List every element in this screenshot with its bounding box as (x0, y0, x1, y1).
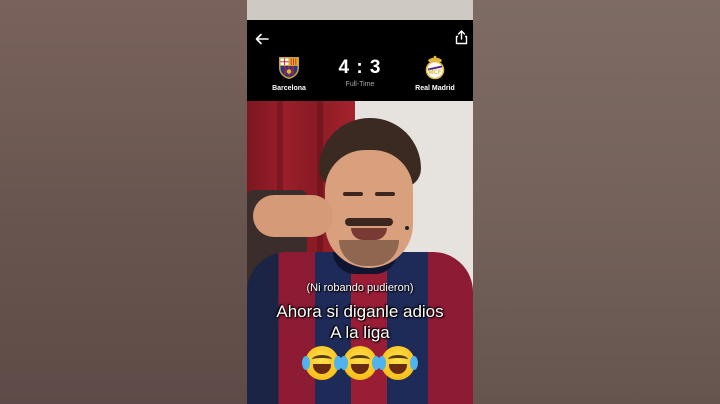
caption-line-2: A la liga (330, 323, 390, 342)
blurred-background-right (473, 0, 720, 404)
barcelona-crest-icon (279, 57, 299, 79)
video-top-strip (247, 0, 473, 20)
tear (340, 356, 348, 371)
blurred-background-left (0, 0, 247, 404)
tear (301, 356, 310, 371)
face-with-tears-of-joy-icon (378, 346, 419, 381)
person-mustache (345, 218, 393, 226)
real-madrid-crest-icon: MCF (425, 55, 445, 80)
video-frame[interactable]: Barcelona 4 : 3 Full-Time MCF Real Madri… (247, 0, 473, 404)
arrow-left-icon (255, 33, 269, 45)
home-team[interactable]: Barcelona (254, 54, 324, 92)
back-button[interactable] (253, 31, 271, 47)
caption-subtitle: (Ni robando pudieron) (306, 282, 414, 294)
person-eye-left (343, 192, 363, 196)
tear (410, 356, 419, 371)
earring (405, 226, 409, 230)
match-score-bar: Barcelona 4 : 3 Full-Time MCF Real Madri… (247, 20, 473, 101)
home-team-name: Barcelona (272, 85, 306, 92)
person-hand (253, 195, 333, 237)
share-button[interactable] (452, 28, 470, 46)
share-icon (455, 29, 467, 44)
face-with-tears-of-joy-icon (301, 346, 342, 381)
svg-text:MCF: MCF (429, 70, 442, 76)
away-team-name: Real Madrid (415, 85, 455, 92)
caption-main: Ahora si diganle adios A la liga (247, 301, 473, 343)
away-team[interactable]: MCF Real Madrid (400, 54, 470, 92)
person-eye-right (375, 192, 395, 196)
caption-emojis (247, 344, 473, 381)
match-score: 4 : 3 (338, 57, 382, 78)
tear (378, 356, 387, 371)
match-status: Full-Time (345, 81, 375, 88)
caption-line-1: Ahora si diganle adios (276, 302, 444, 321)
face-with-tears-of-joy-icon (340, 346, 380, 381)
